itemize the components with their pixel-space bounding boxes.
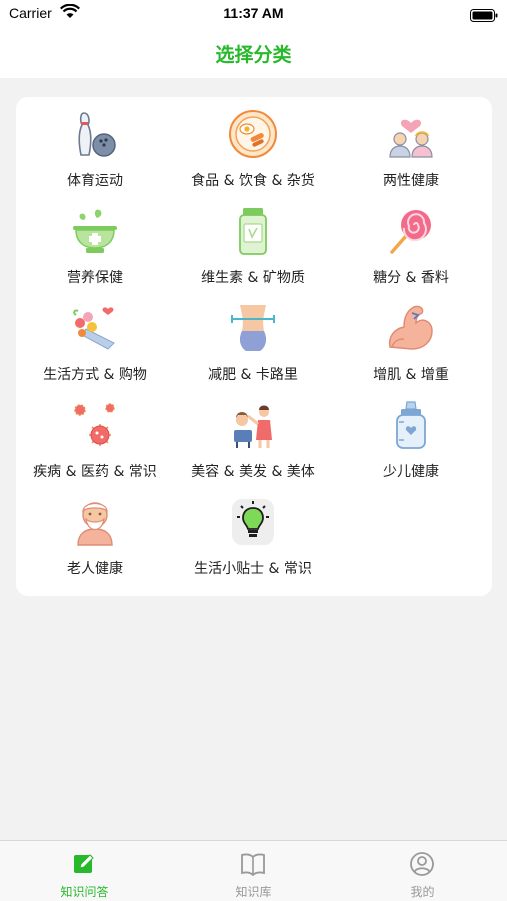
nav-bar: 选择分类 bbox=[0, 28, 507, 78]
waist-measure-icon bbox=[228, 303, 278, 353]
herbal-mortar-icon bbox=[70, 206, 120, 256]
couple-heart-icon bbox=[386, 109, 436, 159]
lightbulb-icon bbox=[228, 497, 278, 547]
category-label: 食品 & 饮食 & 杂货 bbox=[191, 173, 315, 189]
category-label: 减肥 & 卡路里 bbox=[208, 367, 298, 383]
category-sports[interactable]: 体育运动 bbox=[16, 97, 174, 193]
category-label: 生活小贴士 & 常识 bbox=[194, 561, 312, 577]
category-muscle-gain[interactable]: 增肌 & 增重 bbox=[332, 291, 490, 387]
category-label: 疾病 & 医药 & 常识 bbox=[33, 464, 157, 480]
category-label: 老人健康 bbox=[67, 561, 123, 577]
category-elderly-health[interactable]: 老人健康 bbox=[16, 485, 174, 581]
category-label: 增肌 & 增重 bbox=[373, 367, 449, 383]
category-label: 两性健康 bbox=[383, 173, 439, 189]
category-vitamins[interactable]: 维生素 & 矿物质 bbox=[174, 194, 332, 290]
old-man-icon bbox=[70, 497, 120, 547]
category-lifestyle[interactable]: 生活方式 & 购物 bbox=[16, 291, 174, 387]
category-sugar-spices[interactable]: 糖分 & 香料 bbox=[332, 194, 490, 290]
category-label: 糖分 & 香料 bbox=[373, 270, 449, 286]
flexed-arm-icon bbox=[386, 303, 436, 353]
category-weight-loss[interactable]: 减肥 & 卡路里 bbox=[174, 291, 332, 387]
category-life-tips[interactable]: 生活小贴士 & 常识 bbox=[174, 485, 332, 581]
category-beauty[interactable]: 美容 & 美发 & 美体 bbox=[174, 388, 332, 484]
bowling-icon bbox=[70, 109, 120, 159]
category-nutrition[interactable]: 营养保健 bbox=[16, 194, 174, 290]
tab-bar: 知识问答 知识库 我的 bbox=[0, 840, 507, 901]
category-sexual-health[interactable]: 两性健康 bbox=[332, 97, 490, 193]
flower-bouquet-icon bbox=[70, 303, 120, 353]
edit-note-icon bbox=[70, 851, 98, 877]
lollipop-icon bbox=[386, 206, 436, 256]
category-label: 体育运动 bbox=[67, 173, 123, 189]
clock: 11:37 AM bbox=[223, 5, 284, 21]
category-label: 营养保健 bbox=[67, 270, 123, 286]
hair-salon-icon bbox=[228, 400, 278, 450]
tab-knowledge-base[interactable]: 知识库 bbox=[169, 841, 338, 901]
user-profile-icon bbox=[408, 851, 436, 877]
category-food[interactable]: 食品 & 饮食 & 杂货 bbox=[174, 97, 332, 193]
tab-knowledge-qa[interactable]: 知识问答 bbox=[0, 841, 169, 901]
baby-bottle-icon bbox=[386, 400, 436, 450]
page-title: 选择分类 bbox=[215, 44, 292, 66]
category-label: 美容 & 美发 & 美体 bbox=[191, 464, 315, 480]
tab-label: 我的 bbox=[410, 885, 435, 899]
status-bar: Carrier 11:37 AM bbox=[0, 0, 507, 28]
category-label: 生活方式 & 购物 bbox=[43, 367, 147, 383]
vitamin-bottle-icon bbox=[228, 206, 278, 256]
category-card: 体育运动 食品 & 饮食 & 杂货 两性健康 营养保健 维生素 & 矿物质 糖分… bbox=[16, 97, 492, 596]
category-children-health[interactable]: 少儿健康 bbox=[332, 388, 490, 484]
virus-icon bbox=[70, 400, 120, 450]
category-label: 少儿健康 bbox=[383, 464, 439, 480]
battery-icon bbox=[470, 7, 498, 26]
open-book-icon bbox=[239, 851, 267, 877]
tab-label: 知识问答 bbox=[60, 885, 109, 899]
breakfast-plate-icon bbox=[228, 109, 278, 159]
tab-label: 知识库 bbox=[235, 885, 272, 899]
category-label: 维生素 & 矿物质 bbox=[201, 270, 305, 286]
category-disease[interactable]: 疾病 & 医药 & 常识 bbox=[16, 388, 174, 484]
tab-profile[interactable]: 我的 bbox=[338, 841, 507, 901]
